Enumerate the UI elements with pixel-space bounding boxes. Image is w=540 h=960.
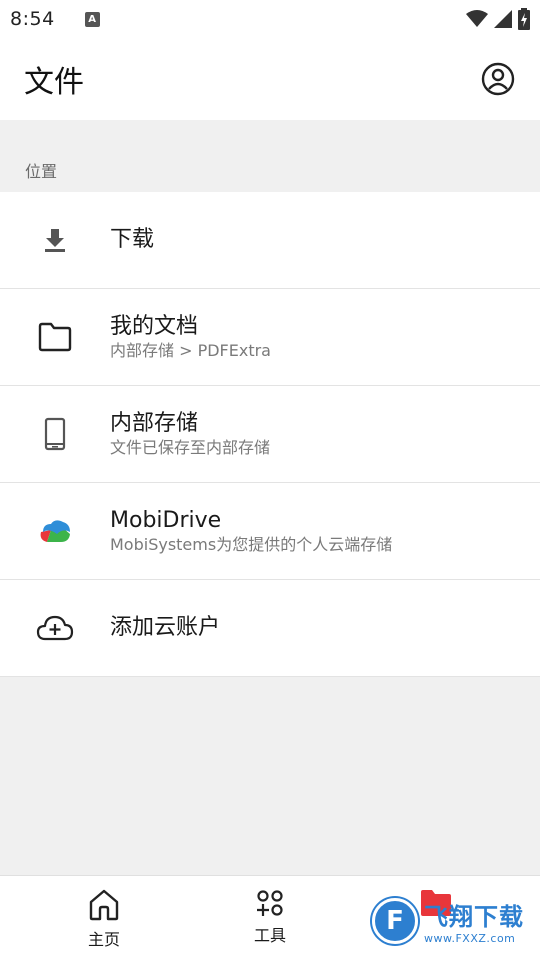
status-icons [466, 8, 530, 30]
page-title: 文件 [24, 65, 84, 100]
location-item-download[interactable]: 下载 [0, 192, 540, 289]
location-subtitle: MobiSystems为您提供的个人云端存储 [110, 535, 393, 554]
account-button[interactable] [480, 61, 516, 97]
mobidrive-cloud-icon [0, 518, 110, 544]
location-title: MobiDrive [110, 508, 222, 533]
watermark-logo-icon: F [372, 898, 418, 944]
location-item-my-documents[interactable]: 我的文档 内部存储 > PDFExtra [0, 289, 540, 386]
location-item-internal-storage[interactable]: 内部存储 文件已保存至内部存储 [0, 386, 540, 483]
status-time: 8:54 [10, 8, 55, 30]
section-header: 位置 [0, 120, 540, 192]
wifi-icon [466, 10, 488, 27]
nav-label: 工具 [253, 926, 286, 945]
location-title: 下载 [110, 227, 155, 252]
location-subtitle: 文件已保存至内部存储 [110, 438, 271, 457]
location-subtitle: 内部存储 > PDFExtra [110, 341, 271, 360]
app-bar: 文件 [0, 38, 540, 120]
location-item-mobidrive[interactable]: MobiDrive MobiSystems为您提供的个人云端存储 [0, 483, 540, 580]
locations-list: 下载 我的文档 内部存储 > PDFExtra 内部存储 文件已保存至内部存储 [0, 192, 540, 677]
location-title: 添加云账户 [110, 615, 221, 640]
home-icon [89, 889, 119, 921]
nav-item-tools[interactable]: 工具 [210, 888, 330, 946]
nav-label: 主页 [87, 930, 120, 949]
nav-item-home[interactable]: 主页 [44, 888, 164, 950]
watermark: F 飞翔下载 www.FXXZ.com [372, 890, 532, 952]
location-title: 我的文档 [110, 314, 199, 339]
accessibility-a-icon: A [84, 11, 100, 27]
location-item-add-cloud-account[interactable]: 添加云账户 [0, 580, 540, 677]
status-bar: 8:54 A [0, 0, 540, 38]
cell-signal-icon [494, 10, 512, 28]
cloud-add-icon [0, 614, 110, 642]
download-icon [0, 227, 110, 253]
phone-icon [0, 417, 110, 451]
battery-charging-icon [518, 8, 530, 30]
tools-icon [257, 890, 283, 916]
watermark-title: 飞翔下载 [424, 903, 524, 931]
location-title: 内部存储 [110, 411, 199, 436]
folder-icon [0, 322, 110, 352]
account-circle-icon [481, 62, 515, 96]
watermark-url: www.FXXZ.com [424, 932, 516, 945]
